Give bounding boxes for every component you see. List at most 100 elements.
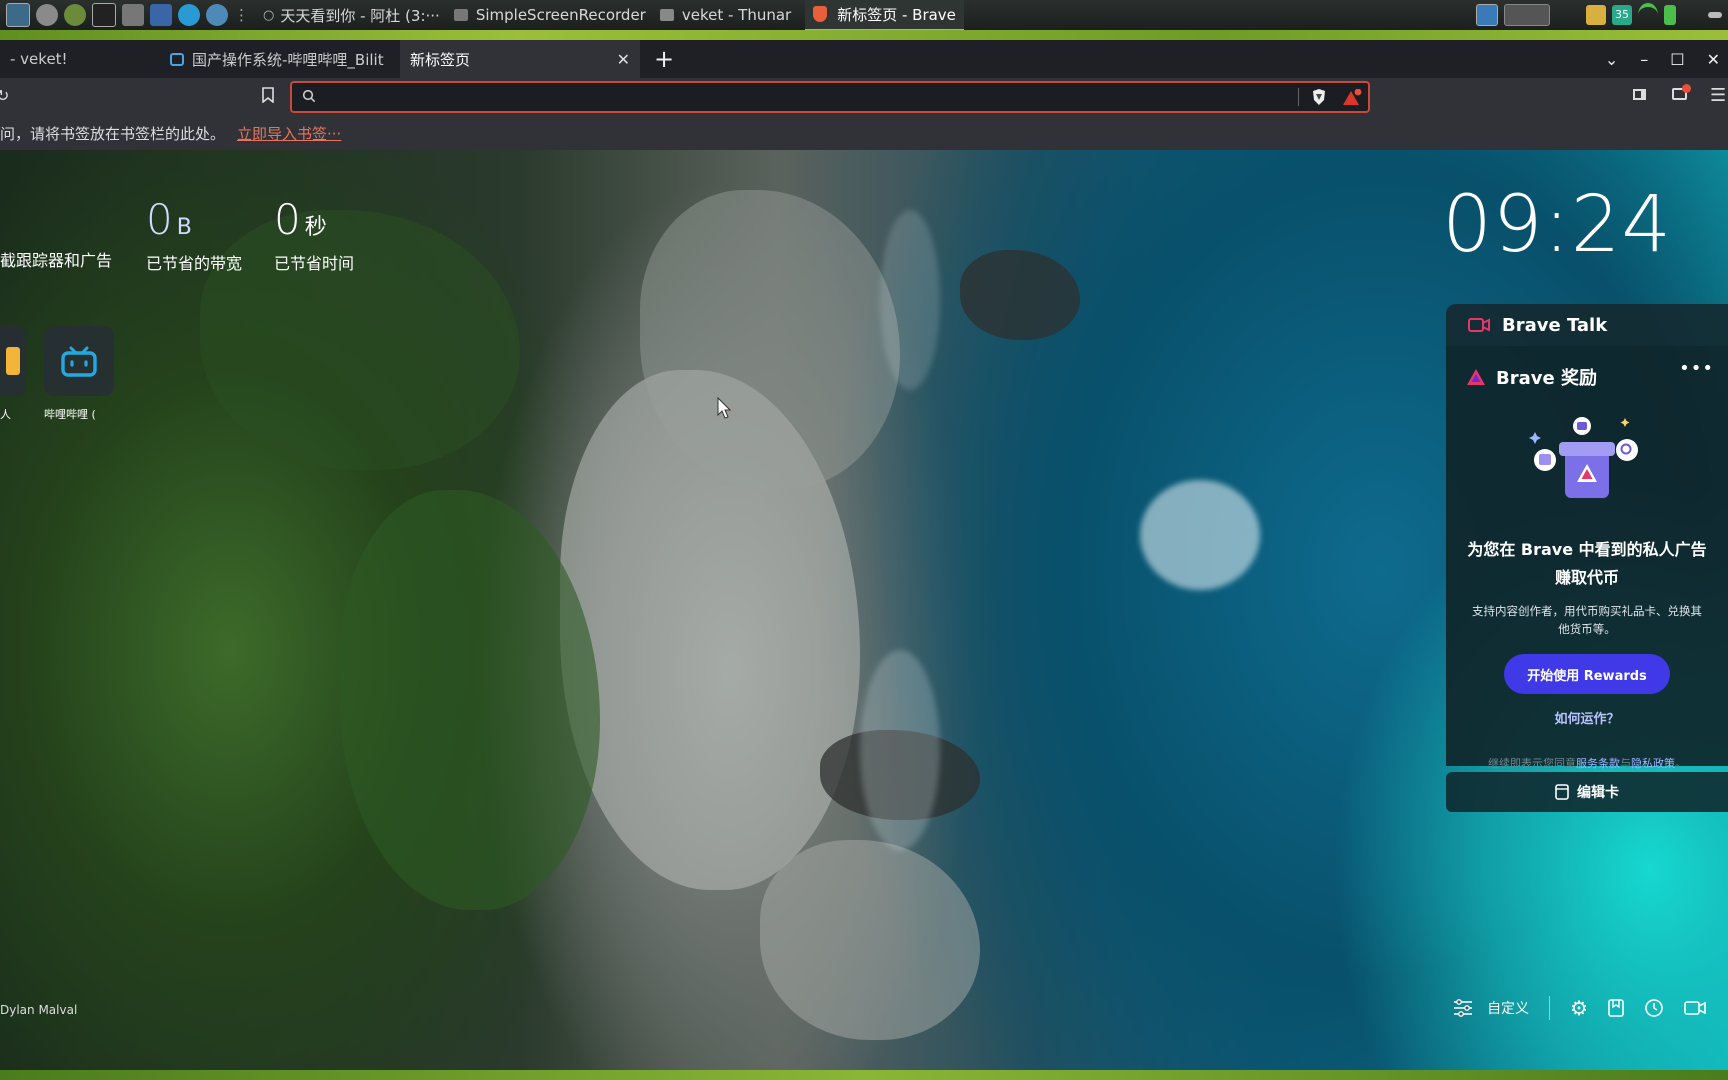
brave-talk-card[interactable]: Brave Talk <box>1446 304 1728 346</box>
new-tab-button[interactable]: + <box>654 45 674 73</box>
tab-search-chevron-icon[interactable]: ⌄ <box>1605 50 1618 69</box>
system-tray: 35 <box>1476 0 1728 30</box>
tab-label: 新标签页 <box>410 50 471 69</box>
stat-time: 0秒 已节省时间 <box>274 195 354 274</box>
bookmarks-bar: 问，请将书签放在书签栏的此处。 立即导入书签··· <box>0 116 1728 150</box>
notification-dot <box>1682 84 1691 93</box>
media-player-icon[interactable] <box>64 4 86 26</box>
window-icon <box>453 9 468 21</box>
taskbar-task-label: veket - Thunar <box>681 6 792 24</box>
stat-label: 截跟踪器和广告 <box>0 251 113 270</box>
desktop-strip <box>0 30 1728 40</box>
tab-veket[interactable]: - veket! <box>0 40 160 78</box>
bilibili-icon <box>61 346 97 377</box>
os-taskbar: ⋮ ○ 天天看到你 - 阿杜 (3:··· SimpleScreenRecord… <box>0 0 1728 31</box>
taskbar-separator: ⋮ <box>234 6 249 24</box>
url-input[interactable] <box>324 87 1278 109</box>
menu-icon[interactable]: ☰ <box>1710 85 1726 106</box>
stat-unit: 秒 <box>304 215 327 240</box>
tab-new-tab[interactable]: 新标签页 ✕ <box>400 40 640 78</box>
brave-shields-icon[interactable] <box>1311 88 1327 106</box>
maximize-button[interactable]: ☐ <box>1670 50 1684 69</box>
terms-suffix: 。 <box>1675 757 1686 770</box>
photo-credit[interactable]: Dylan Malval <box>0 1003 77 1017</box>
start-rewards-button[interactable]: 开始使用 Rewards <box>1504 654 1670 694</box>
customize-button[interactable]: 自定义 <box>1487 998 1529 1018</box>
stat-unit: B <box>176 215 192 240</box>
stat-label: 已节省的带宽 <box>146 254 243 273</box>
close-tab-icon[interactable]: ✕ <box>617 50 630 69</box>
brave-window-thumb-icon[interactable] <box>1504 4 1550 26</box>
wallpaper-foam <box>880 210 940 390</box>
clock: 09:24 <box>1442 180 1672 270</box>
wallpaper-foam <box>860 650 940 850</box>
bookmarks-hint: 问，请将书签放在书签栏的此处。 <box>0 124 226 143</box>
desktop-switcher-icon[interactable] <box>1476 4 1498 26</box>
customize-icon[interactable] <box>1453 999 1473 1017</box>
clipboard-icon[interactable] <box>1586 5 1606 25</box>
stat-value: 0 <box>274 195 301 244</box>
music-player-icon: ○ <box>263 7 275 23</box>
taskbar-task-thunar[interactable]: veket - Thunar <box>659 6 792 24</box>
top-site-label: 人 <box>0 408 11 421</box>
tab-label: 国产操作系统-哔哩哔哩_Bilit <box>192 50 384 69</box>
show-desktop-icon[interactable] <box>1708 12 1722 18</box>
check-app-icon[interactable] <box>178 4 200 26</box>
wallpaper-rock <box>760 840 980 1040</box>
screenshot-icon[interactable] <box>150 4 172 26</box>
import-bookmarks-link[interactable]: 立即导入书签··· <box>237 123 341 144</box>
wallpaper-rock <box>960 250 1080 340</box>
settings-tool-icon[interactable] <box>36 4 58 26</box>
address-bar[interactable] <box>290 81 1370 113</box>
printer-icon[interactable] <box>122 4 144 26</box>
rewards-terms: 继续即表示您同意服务条款与隐私政策。 <box>1466 755 1708 771</box>
top-site-tile[interactable] <box>0 326 26 396</box>
system-monitor-icon[interactable] <box>6 3 30 27</box>
browser-toolbar: ↻ ☰ <box>0 78 1728 116</box>
wallet-icon[interactable] <box>1672 84 1691 100</box>
top-site-tile-bilibili[interactable] <box>44 326 114 396</box>
terms-of-service-link[interactable]: 服务条款 <box>1576 757 1620 770</box>
bookmark-icon[interactable] <box>262 87 274 103</box>
settings-gear-icon[interactable]: ⚙ <box>1570 996 1588 1020</box>
search-icon <box>302 89 316 103</box>
minimize-button[interactable]: – <box>1640 50 1648 69</box>
brave-rewards-icon[interactable] <box>1342 89 1362 107</box>
rewards-heading-line: 为您在 Brave 中看到的私人广告 <box>1467 540 1707 559</box>
toolbar-separator <box>1549 996 1551 1020</box>
window-controls: ⌄ – ☐ ✕ <box>1605 40 1728 78</box>
bookmarks-page-icon[interactable] <box>1608 999 1624 1017</box>
how-it-works-link[interactable]: 如何运作？ <box>1466 708 1708 727</box>
brave-talk-video-icon[interactable] <box>1684 1000 1706 1016</box>
tab-bilibili[interactable]: 国产操作系统-哔哩哔哩_Bilit <box>160 40 400 78</box>
taskbar-task-recorder[interactable]: SimpleScreenRecorder <box>453 6 646 24</box>
rewards-description: 支持内容创作者，用代币购买礼品卡、兑换其 他货币等。 <box>1466 602 1708 638</box>
brave-rewards-logo-icon <box>1466 368 1486 386</box>
desktop-bottom-strip <box>0 1070 1728 1080</box>
taskbar-task-brave[interactable]: 新标签页 - Brave <box>805 0 964 31</box>
rewards-description-line: 他货币等。 <box>1558 622 1616 636</box>
browser-launcher-icon[interactable] <box>206 4 228 26</box>
taskbar-task-label: SimpleScreenRecorder <box>475 6 646 24</box>
more-options-icon[interactable]: ••• <box>1679 358 1714 379</box>
rewards-header: Brave 奖励 <box>1466 364 1708 390</box>
sidebar-toggle-icon[interactable] <box>1633 89 1646 100</box>
brave-rewards-card: Brave 奖励 ••• 为您在 Brave 中看到的私人广告 赚取代币 支持内… <box>1446 346 1728 770</box>
terminal-icon[interactable] <box>92 3 116 27</box>
wifi-icon[interactable] <box>1638 3 1658 27</box>
privacy-policy-link[interactable]: 隐私政策 <box>1631 757 1675 770</box>
close-window-button[interactable]: ✕ <box>1707 50 1720 69</box>
taskbar-task-music[interactable]: ○ 天天看到你 - 阿杜 (3:··· <box>263 5 440 26</box>
rewards-description-line: 支持内容创作者，用代币购买礼品卡、兑换其 <box>1472 604 1702 618</box>
edit-cards-button[interactable]: 编辑卡 <box>1446 772 1728 812</box>
terms-prefix: 继续即表示您同意 <box>1488 757 1576 770</box>
battery-icon[interactable] <box>1664 5 1676 25</box>
stat-trackers: 截跟踪器和广告 <box>0 195 112 271</box>
wallpaper-foam <box>1140 480 1260 590</box>
stat-label: 已节省时间 <box>274 254 355 273</box>
edit-cards-icon <box>1555 784 1569 800</box>
history-icon[interactable] <box>1644 998 1664 1018</box>
reload-icon[interactable]: ↻ <box>0 86 9 105</box>
top-site-label: 哔哩哔哩 ( <box>44 408 96 421</box>
urlbar-divider <box>1298 88 1299 106</box>
